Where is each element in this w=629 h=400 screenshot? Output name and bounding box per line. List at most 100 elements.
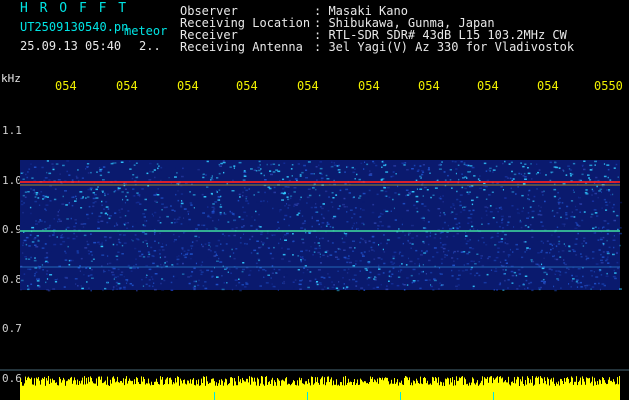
noise-speck	[58, 209, 60, 211]
noise-speck	[565, 255, 568, 257]
signal-bar	[174, 383, 175, 400]
noise-speck	[395, 175, 398, 177]
noise-speck	[390, 261, 393, 263]
noise-speck	[227, 221, 230, 223]
noise-speck	[87, 287, 90, 289]
noise-speck	[366, 278, 368, 280]
noise-speck	[39, 220, 43, 222]
noise-speck	[607, 256, 609, 258]
noise-speck	[443, 207, 445, 209]
noise-speck	[96, 171, 98, 173]
noise-speck	[164, 262, 166, 264]
signal-bar	[135, 384, 136, 400]
signal-bar	[416, 378, 417, 400]
signal-bar	[608, 379, 609, 400]
signal-bar	[496, 377, 497, 400]
noise-speck	[120, 208, 123, 210]
noise-speck	[30, 163, 32, 165]
signal-bar	[407, 377, 408, 400]
noise-speck	[158, 249, 161, 251]
noise-speck	[415, 179, 418, 182]
noise-speck	[86, 163, 90, 165]
signal-bar	[350, 381, 351, 400]
noise-speck	[426, 236, 429, 238]
noise-speck	[481, 237, 484, 239]
noise-speck	[517, 241, 519, 243]
noise-speck	[443, 250, 445, 253]
signal-bar	[44, 376, 45, 400]
noise-speck	[283, 162, 286, 164]
noise-speck	[24, 256, 27, 258]
noise-speck	[54, 279, 58, 281]
signal-bar	[89, 381, 90, 400]
noise-speck	[126, 280, 128, 282]
noise-speck	[253, 169, 257, 171]
signal-bar	[189, 383, 190, 400]
noise-speck	[154, 240, 156, 242]
noise-speck	[390, 175, 393, 178]
noise-speck	[133, 267, 136, 270]
signal-bar	[460, 378, 461, 400]
noise-speck	[612, 275, 616, 278]
noise-speck	[90, 233, 92, 235]
signal-bar	[375, 380, 376, 400]
noise-speck	[388, 263, 391, 265]
noise-speck	[102, 191, 104, 193]
noise-speck	[568, 200, 570, 202]
noise-speck	[572, 278, 575, 280]
noise-speck	[526, 217, 529, 219]
noise-speck	[189, 202, 193, 204]
noise-speck	[271, 283, 273, 285]
noise-speck	[292, 240, 294, 243]
signal-bar	[217, 385, 218, 400]
noise-speck	[250, 168, 253, 170]
noise-speck	[293, 191, 296, 193]
noise-speck	[193, 257, 196, 259]
signal-bar	[607, 383, 608, 400]
noise-speck	[434, 285, 437, 288]
noise-speck	[301, 238, 304, 241]
noise-speck	[495, 267, 497, 270]
noise-speck	[324, 251, 328, 253]
signal-bar	[373, 382, 374, 400]
noise-speck	[35, 223, 38, 225]
noise-speck	[497, 210, 499, 213]
noise-speck	[612, 193, 614, 196]
signal-bar	[162, 377, 163, 400]
noise-speck	[374, 273, 377, 275]
noise-speck	[460, 251, 464, 253]
noise-speck	[411, 237, 414, 239]
noise-speck	[442, 247, 446, 250]
noise-speck	[449, 179, 452, 181]
signal-bar	[247, 378, 248, 400]
noise-speck	[428, 242, 432, 244]
noise-speck	[500, 208, 503, 210]
signal-bar	[506, 382, 507, 400]
noise-speck	[272, 234, 276, 236]
noise-speck	[584, 191, 588, 194]
noise-speck	[314, 211, 317, 213]
noise-speck	[556, 226, 559, 228]
signal-bar	[176, 382, 177, 400]
noise-speck	[500, 238, 504, 240]
noise-speck	[441, 262, 443, 265]
signal-bar	[145, 384, 146, 400]
signal-bar	[311, 376, 312, 400]
noise-speck	[158, 165, 160, 167]
noise-speck	[494, 193, 496, 196]
noise-speck	[606, 215, 608, 218]
noise-speck	[342, 277, 344, 279]
signal-bar	[256, 385, 257, 400]
noise-speck	[329, 225, 332, 228]
noise-speck	[336, 205, 340, 207]
noise-speck	[606, 164, 610, 166]
noise-speck	[211, 212, 215, 214]
noise-speck	[316, 201, 319, 204]
noise-speck	[380, 189, 384, 192]
noise-speck	[198, 243, 201, 245]
noise-speck	[317, 251, 321, 254]
signal-bar	[111, 383, 112, 400]
noise-speck	[111, 271, 114, 274]
noise-speck	[64, 250, 66, 253]
signal-bar	[303, 383, 304, 400]
